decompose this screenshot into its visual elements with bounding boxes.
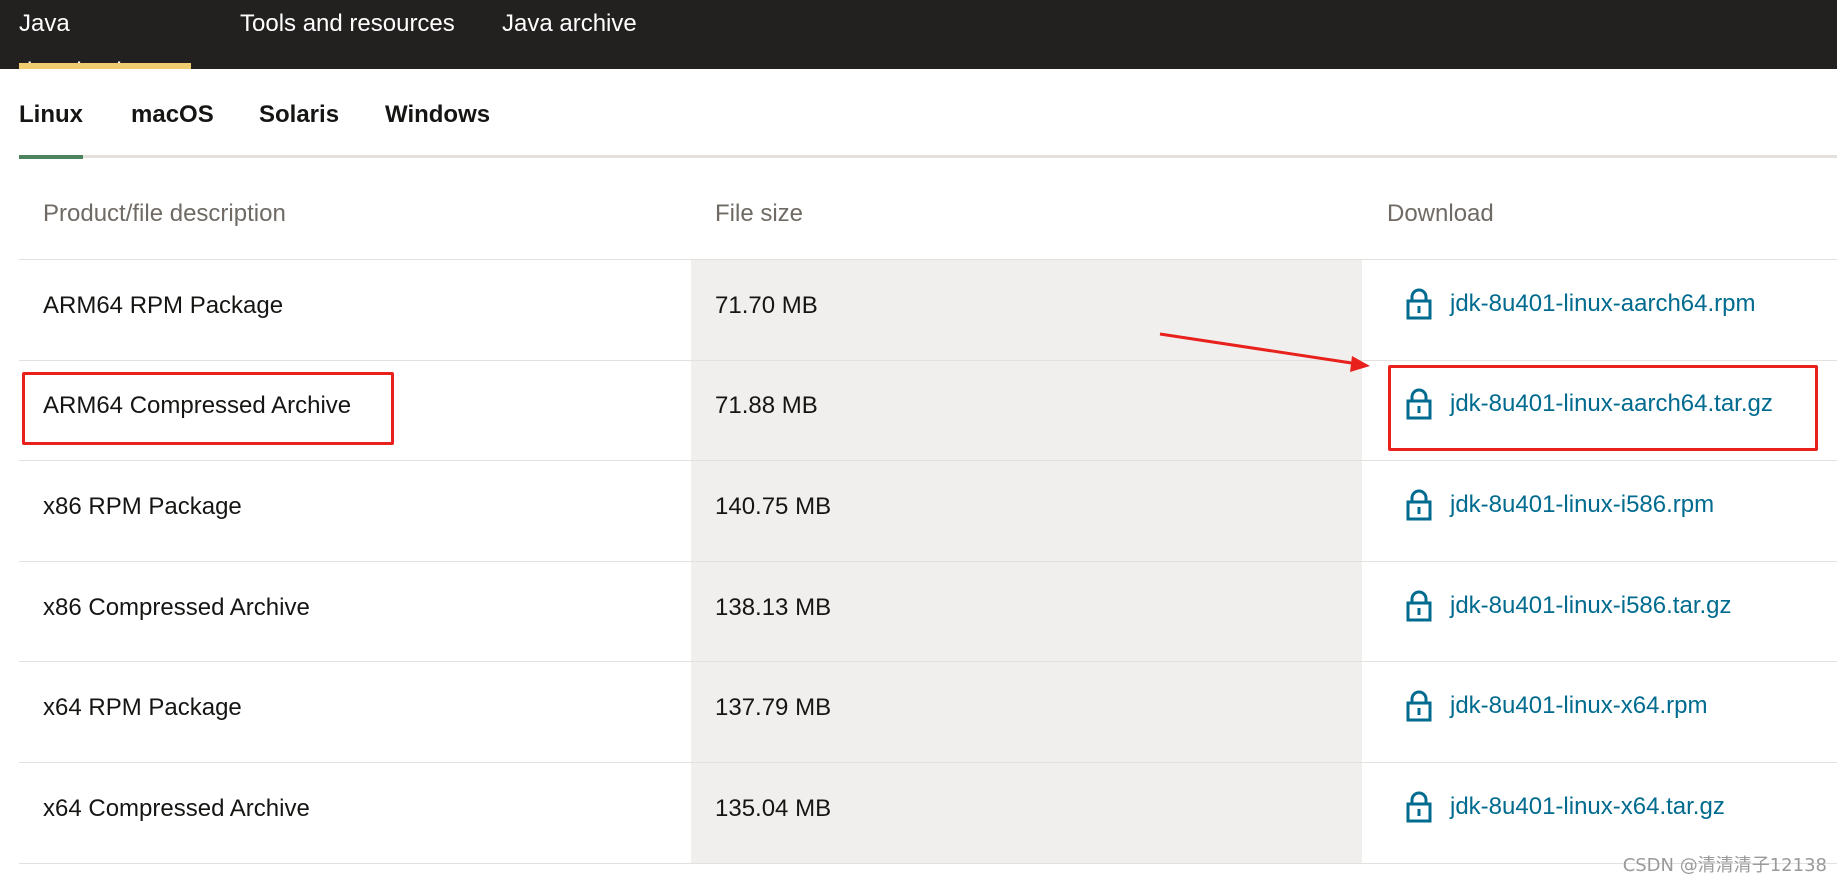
download-link[interactable]: jdk-8u401-linux-i586.rpm xyxy=(1402,485,1714,525)
row-description: x86 Compressed Archive xyxy=(43,594,310,621)
tab-tools-and-resources[interactable]: Tools and resources xyxy=(240,0,455,69)
row-file-size: 71.70 MB xyxy=(715,292,818,319)
tab-java-downloads[interactable]: Java downloads xyxy=(19,0,191,85)
row-file-size: 137.79 MB xyxy=(715,694,832,721)
tab-solaris[interactable]: Solaris xyxy=(259,101,339,129)
row-divider xyxy=(19,863,1837,864)
row-divider xyxy=(19,460,1837,461)
watermark: CSDN @清清清子12138 xyxy=(1622,855,1827,876)
row-file-size: 140.75 MB xyxy=(715,493,832,520)
row-file-size: 71.88 MB xyxy=(715,392,818,419)
download-file-name[interactable]: jdk-8u401-linux-i586.rpm xyxy=(1450,491,1714,519)
active-tab-indicator xyxy=(19,155,83,159)
row-file-size: 138.13 MB xyxy=(715,594,832,621)
row-description: x64 Compressed Archive xyxy=(43,795,310,822)
row-divider xyxy=(19,259,1837,260)
row-description: ARM64 RPM Package xyxy=(43,292,284,319)
row-divider xyxy=(19,661,1837,662)
row-divider xyxy=(19,360,1837,361)
row-file-size: 135.04 MB xyxy=(715,795,832,822)
row-description: x86 RPM Package xyxy=(43,493,242,520)
download-link[interactable]: jdk-8u401-linux-x64.rpm xyxy=(1402,686,1707,726)
download-file-name[interactable]: jdk-8u401-linux-x64.rpm xyxy=(1450,692,1707,720)
header-download: Download xyxy=(1387,200,1494,227)
lock-icon xyxy=(1406,489,1432,521)
tab-java-archive[interactable]: Java archive xyxy=(502,0,637,69)
row-description: x64 RPM Package xyxy=(43,694,242,721)
tab-windows[interactable]: Windows xyxy=(385,101,490,129)
download-link[interactable]: jdk-8u401-linux-aarch64.rpm xyxy=(1402,284,1755,324)
download-file-name[interactable]: jdk-8u401-linux-x64.tar.gz xyxy=(1450,793,1725,821)
row-divider xyxy=(19,561,1837,562)
row-divider xyxy=(19,762,1837,763)
tab-macos[interactable]: macOS xyxy=(131,101,214,129)
tab-linux[interactable]: Linux xyxy=(19,101,83,129)
download-file-name[interactable]: jdk-8u401-linux-aarch64.rpm xyxy=(1450,290,1755,318)
download-file-name[interactable]: jdk-8u401-linux-i586.tar.gz xyxy=(1450,592,1732,620)
header-description: Product/file description xyxy=(43,200,286,227)
download-link[interactable]: jdk-8u401-linux-i586.tar.gz xyxy=(1402,586,1732,626)
lock-icon xyxy=(1406,590,1432,622)
lock-icon xyxy=(1406,690,1432,722)
lock-icon xyxy=(1406,791,1432,823)
top-navigation: Java downloads Tools and resources Java … xyxy=(0,0,1837,85)
download-link[interactable]: jdk-8u401-linux-x64.tar.gz xyxy=(1402,787,1725,827)
os-tabs-divider xyxy=(19,155,1837,158)
annotation-box-description xyxy=(22,372,394,445)
annotation-box-download xyxy=(1388,365,1818,451)
header-file-size: File size xyxy=(715,200,804,227)
lock-icon xyxy=(1406,288,1432,320)
